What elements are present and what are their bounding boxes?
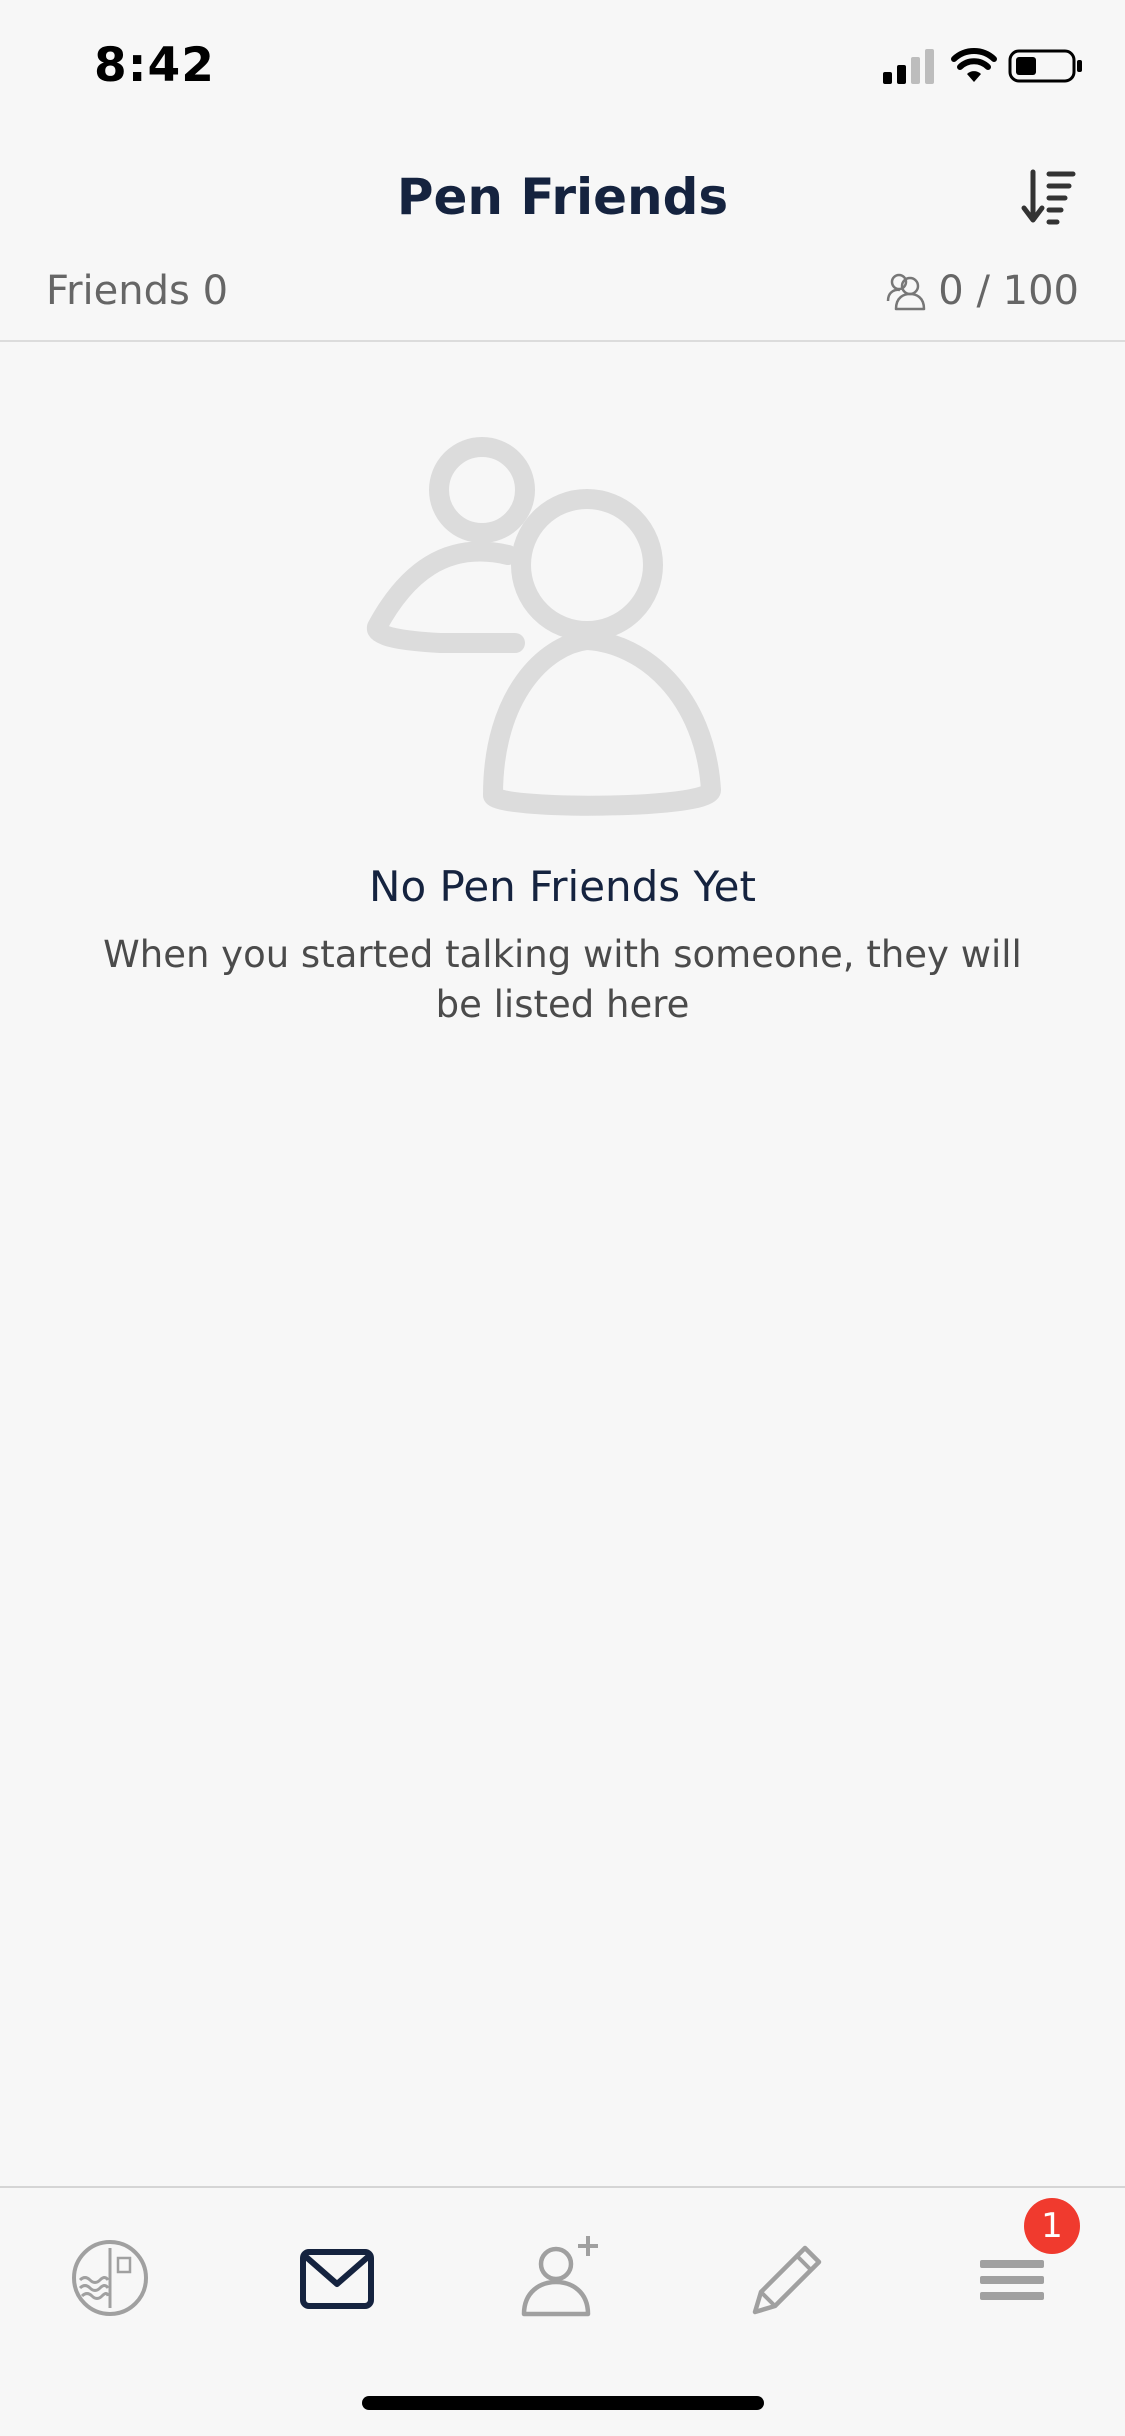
friends-group-icon <box>887 273 926 311</box>
status-time: 8:42 <box>94 38 215 93</box>
write-tab[interactable] <box>735 2228 835 2328</box>
stamp-tab[interactable] <box>60 2228 160 2328</box>
envelope-icon <box>300 2249 374 2309</box>
empty-state-title: No Pen Friends Yet <box>369 862 756 911</box>
friends-summary-bar: Friends 0 0 / 100 <box>0 260 1125 342</box>
sort-button[interactable] <box>1021 168 1081 228</box>
status-icons <box>883 48 1083 88</box>
pen-friends-screen: 8:42 Pen Friends Friends 0 0 / 100 No Pe… <box>0 0 1125 2436</box>
home-indicator[interactable] <box>362 2396 764 2410</box>
notification-badge: 1 <box>1024 2198 1080 2254</box>
capacity-text: 0 / 100 <box>938 268 1079 314</box>
stamp-icon <box>72 2240 148 2316</box>
friends-capacity: 0 / 100 <box>884 268 1079 314</box>
friends-count: Friends 0 <box>46 268 229 314</box>
empty-state-description: When you started talking with someone, t… <box>103 933 1022 1026</box>
sort-descending-icon <box>1021 169 1076 225</box>
status-bar: 8:42 <box>0 0 1125 135</box>
add-user-icon <box>521 2236 598 2317</box>
add-friend-tab[interactable] <box>510 2228 610 2328</box>
wifi-icon <box>951 48 997 82</box>
pencil-icon <box>752 2245 822 2315</box>
menu-tab[interactable]: 1 <box>962 2198 1080 2328</box>
battery-icon <box>1008 49 1082 83</box>
friends-group-icon <box>367 437 721 816</box>
cellular-signal-icon <box>883 49 934 84</box>
page-title: Pen Friends <box>396 168 729 226</box>
letters-tab[interactable] <box>287 2228 387 2328</box>
